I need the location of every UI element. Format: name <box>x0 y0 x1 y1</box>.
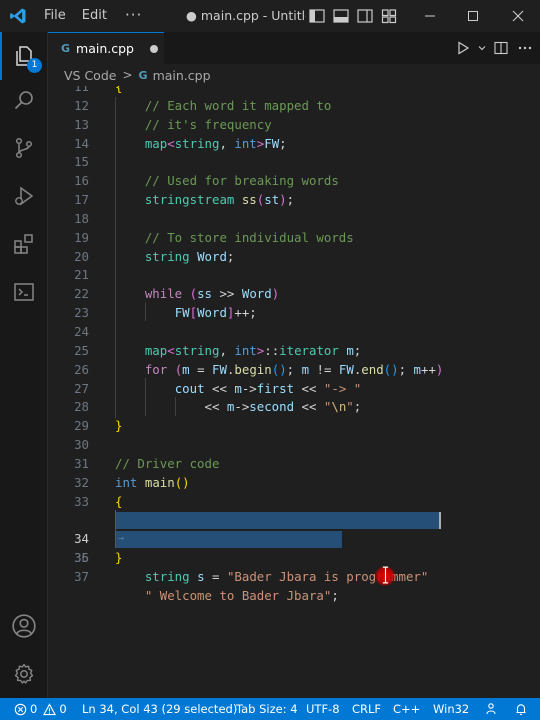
indent-guide <box>145 302 146 321</box>
status-bar: 0 0 Ln 34, Col 43 (29 selected) Tab Size… <box>0 698 540 720</box>
code-line[interactable]: 19 // To store individual words <box>48 229 540 248</box>
terminal-icon[interactable] <box>0 268 48 316</box>
unsaved-dot-icon[interactable] <box>149 44 158 53</box>
warning-count: 0 <box>59 702 67 716</box>
error-count: 0 <box>30 702 38 716</box>
layout-sidebar-icon[interactable] <box>308 7 326 25</box>
line-ending[interactable]: CRLF <box>352 698 381 720</box>
code-line[interactable]: 28 << m->second << "\n"; <box>48 398 540 417</box>
code-line[interactable]: 23 FW[Word]++; <box>48 304 540 323</box>
code-line[interactable]: 36} <box>48 549 540 568</box>
tab-label: main.cpp <box>76 41 134 56</box>
code-line[interactable]: 16 // Used for breaking words <box>48 172 540 191</box>
error-icon <box>14 703 27 715</box>
ibeam-cursor-icon <box>382 566 389 584</box>
indent-guide <box>115 510 116 548</box>
code-line[interactable]: 17 stringstream ss(st); <box>48 191 540 210</box>
code-editor[interactable]: 11{ 12 // Each word it mapped to 13 // i… <box>48 86 540 698</box>
code-line[interactable]: 20 string Word; <box>48 248 540 267</box>
text-cursor <box>439 512 441 530</box>
code-line[interactable]: 27 cout << m->first << "-> " <box>48 380 540 399</box>
code-line[interactable]: 15 <box>48 153 540 172</box>
tab-main-cpp[interactable]: G main.cpp <box>48 32 164 64</box>
more-actions-icon[interactable] <box>514 37 536 59</box>
menu-edit[interactable]: Edit <box>74 0 115 32</box>
selection-highlight <box>115 531 342 549</box>
platform[interactable]: Win32 <box>433 698 469 720</box>
breadcrumb-separator: > <box>122 68 133 82</box>
settings-gear-icon[interactable] <box>0 650 48 698</box>
code-line[interactable]: 33{ <box>48 493 540 512</box>
run-debug-icon[interactable] <box>0 172 48 220</box>
code-line[interactable]: 29} <box>48 417 540 436</box>
account-icon[interactable] <box>0 602 48 650</box>
code-line[interactable]: 22 while (ss >> Word) <box>48 285 540 304</box>
breadcrumb-file[interactable]: main.cpp <box>153 68 211 83</box>
explorer-icon[interactable]: 1 <box>0 32 48 80</box>
code-line[interactable]: 35 " Welcome to Bader Jbara"; → <box>48 530 540 603</box>
code-line[interactable]: 24 <box>48 323 540 342</box>
code-line[interactable]: 14 map<string, int>FW; <box>48 135 540 154</box>
minimize-icon[interactable] <box>410 0 450 32</box>
encoding[interactable]: UTF-8 <box>306 698 340 720</box>
code-line[interactable]: 18 <box>48 210 540 229</box>
activity-bar: 1 <box>0 32 48 698</box>
indent-guide <box>145 378 146 416</box>
code-line[interactable]: 32 int main() <box>48 474 540 493</box>
run-icon[interactable] <box>452 37 474 59</box>
code-line[interactable]: 31// Driver code <box>48 455 540 474</box>
problems-indicator[interactable]: 0 0 <box>14 698 67 720</box>
close-icon[interactable] <box>498 0 538 32</box>
tab-bar: G main.cpp <box>48 32 540 64</box>
cpp-file-icon: G <box>61 42 71 55</box>
selection-highlight <box>115 512 439 530</box>
whitespace-arrow-icon: → <box>118 533 125 545</box>
maximize-icon[interactable] <box>453 0 493 32</box>
code-line[interactable]: 30 <box>48 436 540 455</box>
code-line[interactable]: 13 // it's frequency <box>48 116 540 135</box>
vscode-logo-icon <box>0 0 36 32</box>
chevron-down-icon[interactable] <box>476 37 488 59</box>
code-lines[interactable]: 11{ 12 // Each word it mapped to 13 // i… <box>48 86 540 603</box>
layout-panel-icon[interactable] <box>332 7 350 25</box>
title-bar: File Edit ··· ● main.cpp - Untitle… <box>0 0 540 32</box>
code-line[interactable]: 12 // Each word it mapped to <box>48 97 540 116</box>
layout-sidebar-right-icon[interactable] <box>356 7 374 25</box>
code-line[interactable]: 11{ <box>48 86 540 97</box>
notifications-bell-icon[interactable] <box>514 698 528 720</box>
cursor-position[interactable]: Ln 34, Col 43 (29 selected) <box>82 698 237 720</box>
feedback-icon[interactable] <box>484 698 498 720</box>
breadcrumb-root[interactable]: VS Code <box>64 68 116 83</box>
code-line[interactable]: 25 map<string, int>::iterator m; <box>48 342 540 361</box>
indent-guide <box>175 397 176 416</box>
cpp-file-icon: G <box>138 68 148 82</box>
code-line[interactable]: 21 <box>48 266 540 285</box>
tab-size[interactable]: Tab Size: 4 <box>236 698 298 720</box>
code-line-current[interactable]: 34 string s = "Bader Jbara is programmer… <box>48 511 540 584</box>
language-mode[interactable]: C++ <box>393 698 420 720</box>
menu-more-button[interactable]: ··· <box>115 0 152 32</box>
menu-file[interactable]: File <box>36 0 74 32</box>
explorer-badge: 1 <box>27 58 42 73</box>
breadcrumb: VS Code > G main.cpp <box>48 64 540 86</box>
source-control-icon[interactable] <box>0 124 48 172</box>
code-line[interactable]: 37 <box>48 568 540 587</box>
split-editor-icon[interactable] <box>490 37 512 59</box>
search-icon[interactable] <box>0 76 48 124</box>
extensions-icon[interactable] <box>0 220 48 268</box>
customize-layout-icon[interactable] <box>380 7 398 25</box>
window-title: ● main.cpp - Untitle… <box>186 8 306 23</box>
code-line[interactable]: 26 for (m = FW.begin(); m != FW.end(); m… <box>48 361 540 380</box>
indent-guide <box>115 97 116 418</box>
warning-icon <box>43 702 57 715</box>
